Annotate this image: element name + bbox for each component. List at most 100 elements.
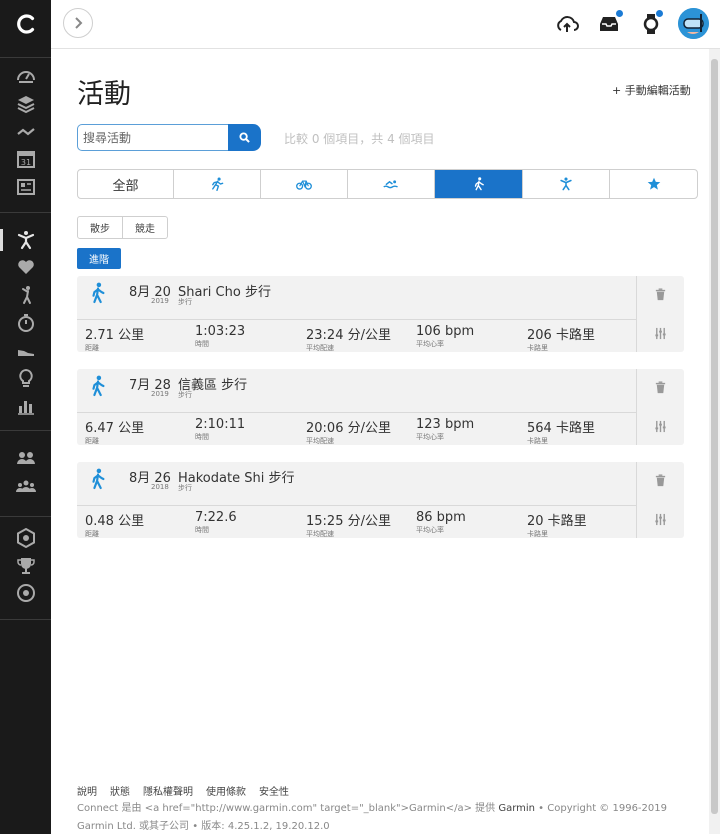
stat-label: 時間 (195, 526, 209, 534)
tab-all-label: 全部 (112, 178, 139, 194)
footer-links: 說明 狀態 隱私權聲明 使用條款 安全性 (77, 783, 289, 798)
activity-type: 步行 (178, 298, 192, 306)
activity-year: 2018 (151, 483, 169, 491)
compare-sliders-icon[interactable] (654, 513, 667, 526)
search-icon (239, 132, 250, 143)
card-divider (636, 369, 637, 445)
stat-label: 平均心率 (416, 433, 444, 441)
card-divider (636, 276, 637, 352)
running-icon (212, 177, 224, 191)
stat-value: 2:10:11 (195, 417, 246, 432)
walking-icon (92, 375, 105, 397)
sidebar-divider (0, 58, 51, 213)
stat-value: 86 bpm (416, 510, 466, 525)
avatar-diver-icon (678, 8, 709, 39)
card-divider (77, 319, 637, 320)
stat-pace: 20:06 分/公里 平均配速 (306, 417, 391, 446)
activity-type: 步行 (178, 391, 192, 399)
subtab-casual-walking[interactable]: 散步 (78, 217, 122, 238)
compare-sliders-icon[interactable] (654, 420, 667, 433)
footer-link-security[interactable]: 安全性 (259, 783, 289, 798)
stat-value: 206 卡路里 (527, 328, 595, 343)
delete-trash-icon[interactable] (654, 381, 667, 394)
stat-label: 平均心率 (416, 340, 444, 348)
stat-label: 平均配速 (306, 530, 334, 538)
advanced-button[interactable]: 進階 (77, 248, 121, 269)
stat-value: 106 bpm (416, 324, 475, 339)
stat-label: 時間 (195, 433, 209, 441)
stat-value: 15:25 分/公里 (306, 514, 391, 529)
stat-label: 距離 (85, 530, 99, 538)
compare-sliders-icon[interactable] (654, 327, 667, 340)
stat-distance: 2.71 公里 距離 (85, 324, 144, 353)
stat-calories: 564 卡路里 卡路里 (527, 417, 595, 446)
upload-button[interactable] (555, 12, 579, 36)
stat-value: 20:06 分/公里 (306, 421, 391, 436)
footer-link-terms[interactable]: 使用條款 (206, 783, 246, 798)
garmin-link[interactable]: Garmin (498, 803, 535, 814)
stat-label: 卡路里 (527, 437, 548, 445)
sidebar-divider (0, 213, 51, 431)
manual-add-activity-link[interactable]: + 手動編輯活動 (612, 82, 691, 98)
inbox-notification-dot (616, 10, 623, 17)
stat-pace: 15:25 分/公里 平均配速 (306, 510, 391, 539)
stat-time: 2:10:11 時間 (195, 417, 245, 442)
subtab-speed-walking[interactable]: 競走 (122, 217, 167, 238)
stat-label: 平均配速 (306, 437, 334, 445)
card-divider (77, 412, 637, 413)
footer-link-status[interactable]: 狀態 (110, 783, 130, 798)
stat-calories: 20 卡路里 卡路里 (527, 510, 587, 539)
card-divider (77, 505, 637, 506)
search-input[interactable] (77, 124, 228, 151)
stat-label: 卡路里 (527, 530, 548, 538)
stat-distance: 6.47 公里 距離 (85, 417, 144, 446)
tab-walking[interactable] (435, 170, 523, 198)
search-box (77, 124, 261, 151)
activity-card[interactable]: 7月 28 2019 信義區 步行 步行 6.47 公里 距離 2:10:11 時間… (77, 369, 684, 445)
tab-running[interactable] (174, 170, 261, 198)
tab-favorites[interactable] (610, 170, 697, 198)
scrollbar-thumb[interactable] (711, 59, 718, 814)
sidebar-divider (0, 431, 51, 517)
stat-heart-rate: 123 bpm 平均心率 (416, 417, 474, 442)
tab-all[interactable]: 全部 (78, 170, 174, 198)
stat-label: 距離 (85, 344, 99, 352)
stat-heart-rate: 106 bpm 平均心率 (416, 324, 474, 349)
tab-swimming[interactable] (348, 170, 435, 198)
tab-fitness[interactable] (523, 170, 610, 198)
walking-subtype-tabs: 散步 競走 (77, 216, 168, 239)
inbox-icon (600, 17, 618, 31)
stat-distance: 0.48 公里 距離 (85, 510, 144, 539)
stat-value: 6.47 公里 (85, 421, 145, 436)
activity-title-link[interactable]: Hakodate Shi 步行 (178, 467, 294, 486)
stat-heart-rate: 86 bpm 平均心率 (416, 510, 466, 535)
activity-card[interactable]: 8月 20 2019 Shari Cho 步行 步行 2.71 公里 距離 1:0… (77, 276, 684, 352)
stat-label: 平均心率 (416, 526, 444, 534)
stat-value: 23:24 分/公里 (306, 328, 391, 343)
stat-calories: 206 卡路里 卡路里 (527, 324, 595, 353)
device-notification-dot (656, 10, 663, 17)
scrollbar[interactable] (709, 49, 720, 834)
stat-value: 1:03:23 (195, 324, 246, 339)
delete-trash-icon[interactable] (654, 474, 667, 487)
activity-card[interactable]: 8月 26 2018 Hakodate Shi 步行 步行 0.48 公里 距離 … (77, 462, 684, 538)
activity-type-tabs: 全部 (77, 169, 698, 199)
top-bar (51, 0, 720, 49)
stat-value: 564 卡路里 (527, 421, 595, 436)
stat-value: 7:22.6 (195, 510, 237, 525)
star-icon (647, 177, 660, 190)
stat-label: 卡路里 (527, 344, 548, 352)
stat-value: 123 bpm (416, 417, 475, 432)
search-button[interactable] (228, 124, 261, 151)
expand-sidebar-button[interactable] (63, 8, 93, 38)
stat-time: 1:03:23 時間 (195, 324, 245, 349)
delete-trash-icon[interactable] (654, 288, 667, 301)
tab-cycling[interactable] (261, 170, 348, 198)
activity-year: 2019 (151, 297, 169, 305)
activity-year: 2019 (151, 390, 169, 398)
footer-link-privacy[interactable]: 隱私權聲明 (143, 783, 193, 798)
sidebar-divider (0, 0, 51, 58)
avatar[interactable] (678, 8, 709, 39)
walking-icon (474, 177, 484, 191)
footer-link-help[interactable]: 說明 (77, 783, 97, 798)
